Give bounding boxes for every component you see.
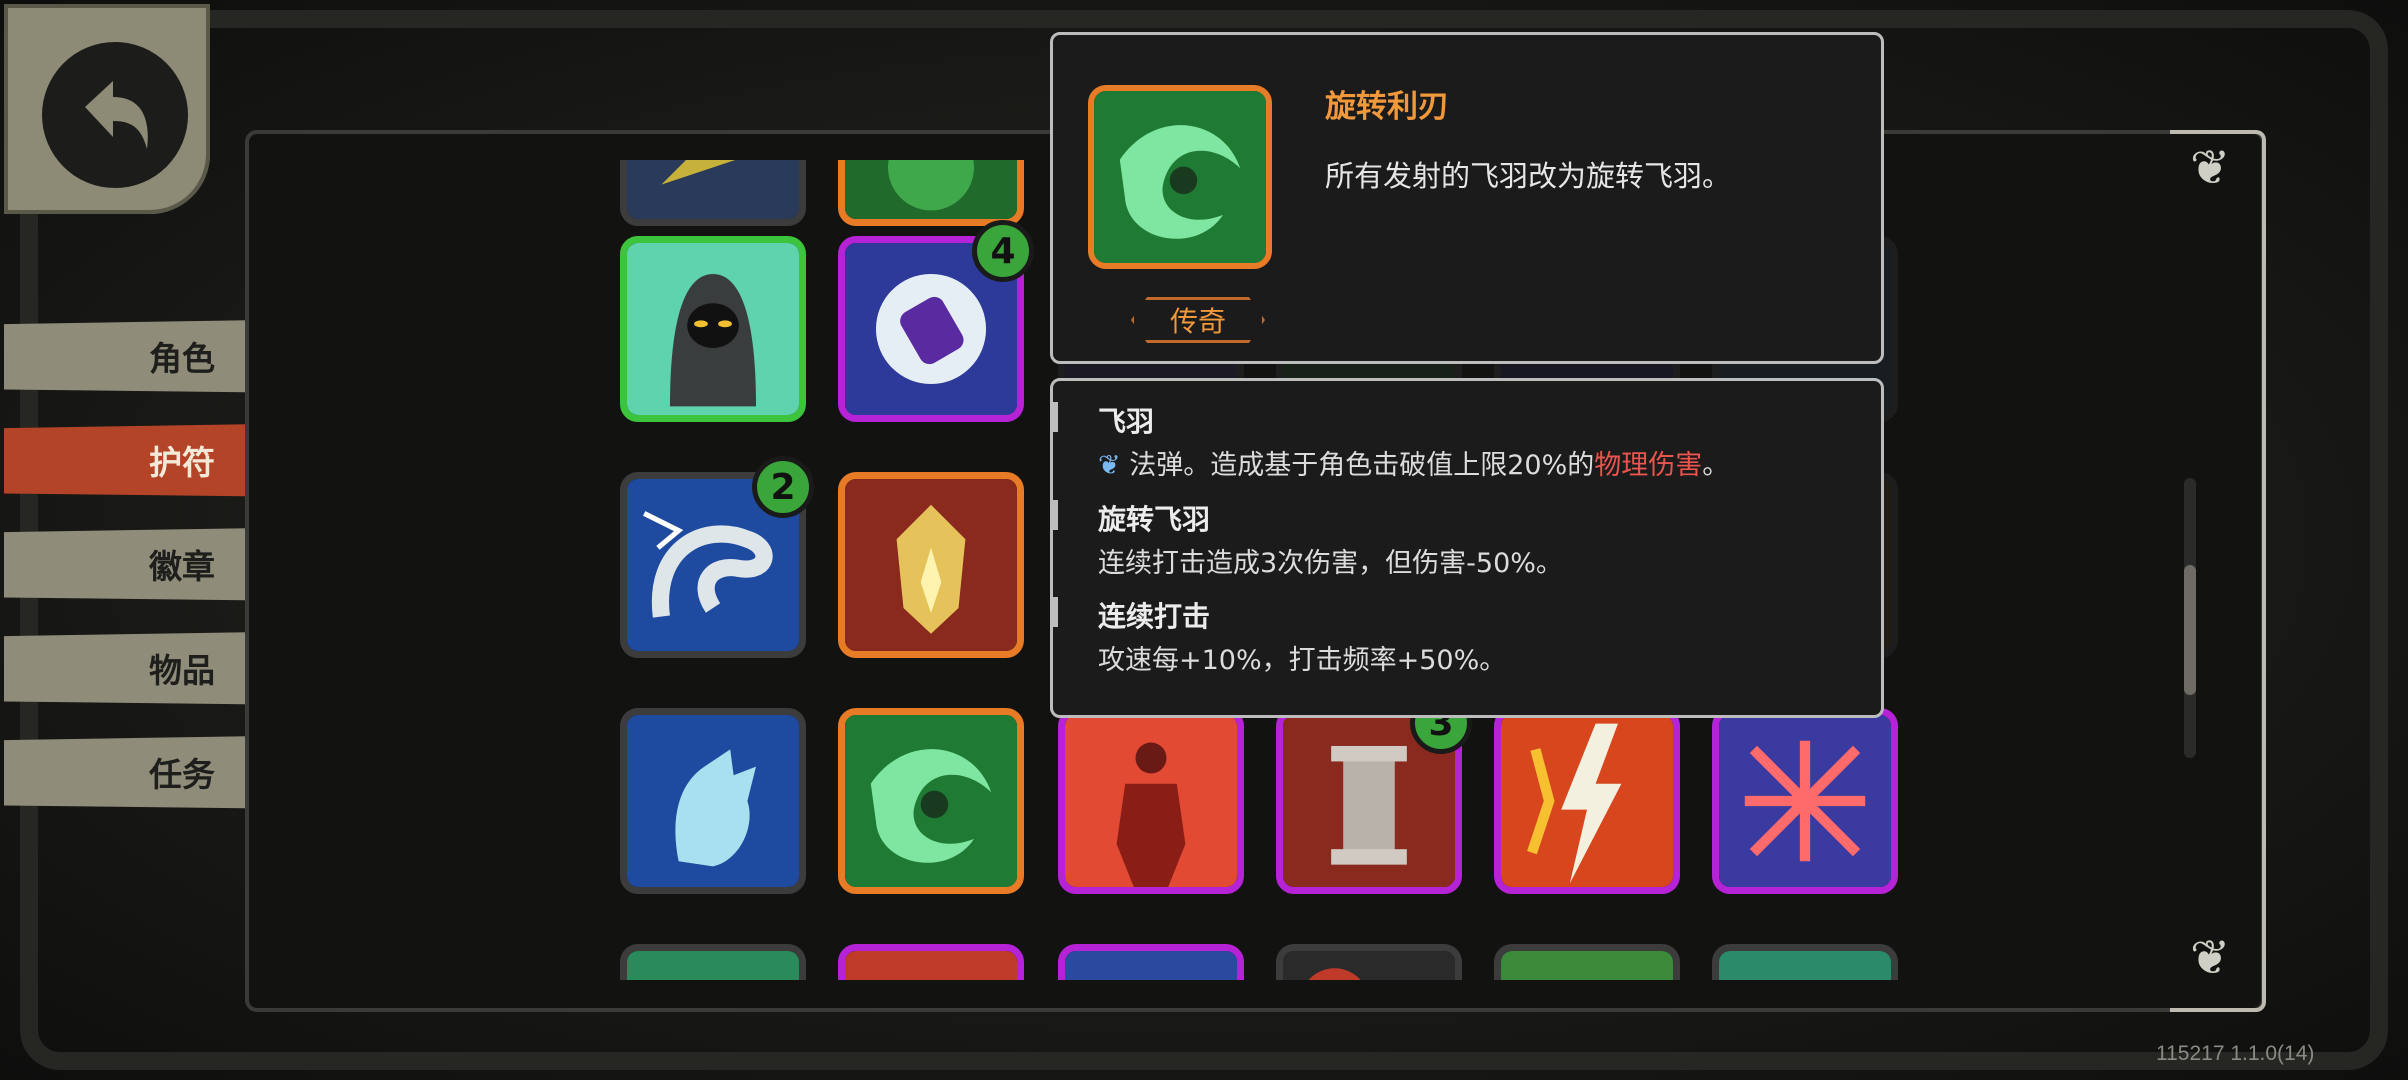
charm-slot[interactable] — [838, 944, 1024, 980]
charm-description: 所有发射的飞羽改为旋转飞羽。 — [1325, 159, 1732, 193]
section-marker — [1052, 597, 1058, 627]
count-badge: 2 — [752, 456, 814, 518]
section-marker — [1052, 402, 1058, 432]
corner-ornament-icon: ❦ — [2190, 930, 2231, 986]
corner-ornament-icon: ❦ — [2190, 140, 2231, 196]
tab-label: 物品 — [149, 651, 215, 690]
keyword-text: 攻速每+10%，打击频率+50%。 — [1098, 645, 1507, 676]
charm-slot[interactable] — [1712, 944, 1898, 980]
charm-slot[interactable] — [620, 160, 806, 226]
keyword-text: ❦ 法弹。造成基于角色击破值上限20%的物理伤害。 — [1098, 450, 1730, 481]
section-marker — [1052, 500, 1058, 530]
count-badge: 4 — [972, 220, 1034, 282]
damage-type: 物理伤害 — [1594, 450, 1703, 481]
feather-icon: ❦ — [1098, 450, 1121, 481]
charm-slot[interactable] — [1058, 944, 1244, 980]
charm-detail-card: 旋转利刃 所有发射的飞羽改为旋转飞羽。 传奇 — [1050, 32, 1884, 364]
keyword-title: 飞羽 — [1098, 405, 1155, 438]
scrollbar-thumb[interactable] — [2184, 565, 2196, 695]
tab-label: 任务 — [149, 755, 215, 794]
back-button[interactable] — [4, 4, 210, 214]
rarity-badge: 传奇 — [1131, 297, 1265, 343]
charm-slot[interactable] — [620, 944, 806, 980]
keyword-text: 连续打击造成3次伤害，但伤害-50%。 — [1098, 548, 1563, 579]
tab-label: 护符 — [149, 443, 215, 482]
charm-title: 旋转利刃 — [1325, 89, 1449, 125]
tab-label: 角色 — [149, 339, 215, 378]
keyword-title: 旋转飞羽 — [1098, 503, 1211, 536]
tab-label: 徽章 — [149, 547, 215, 586]
charm-red-figure[interactable] — [1058, 708, 1244, 894]
charm-slot[interactable] — [1276, 944, 1462, 980]
charm-hooded-figure[interactable] — [620, 236, 806, 422]
charm-crossed-slashes[interactable] — [1712, 708, 1898, 894]
charm-slot[interactable] — [838, 160, 1024, 226]
charm-ice-hand[interactable] — [620, 708, 806, 894]
charm-spinning-blade[interactable] — [838, 708, 1024, 894]
version-label: 115217 1.1.0(14) — [2156, 1042, 2315, 1065]
charm-lightning[interactable] — [1494, 708, 1680, 894]
charm-golden-helmet[interactable] — [838, 472, 1024, 658]
back-arrow-icon — [42, 42, 188, 188]
charm-slot[interactable] — [1494, 944, 1680, 980]
spinning-blade-icon — [1088, 85, 1272, 269]
keyword-title: 连续打击 — [1098, 600, 1211, 633]
